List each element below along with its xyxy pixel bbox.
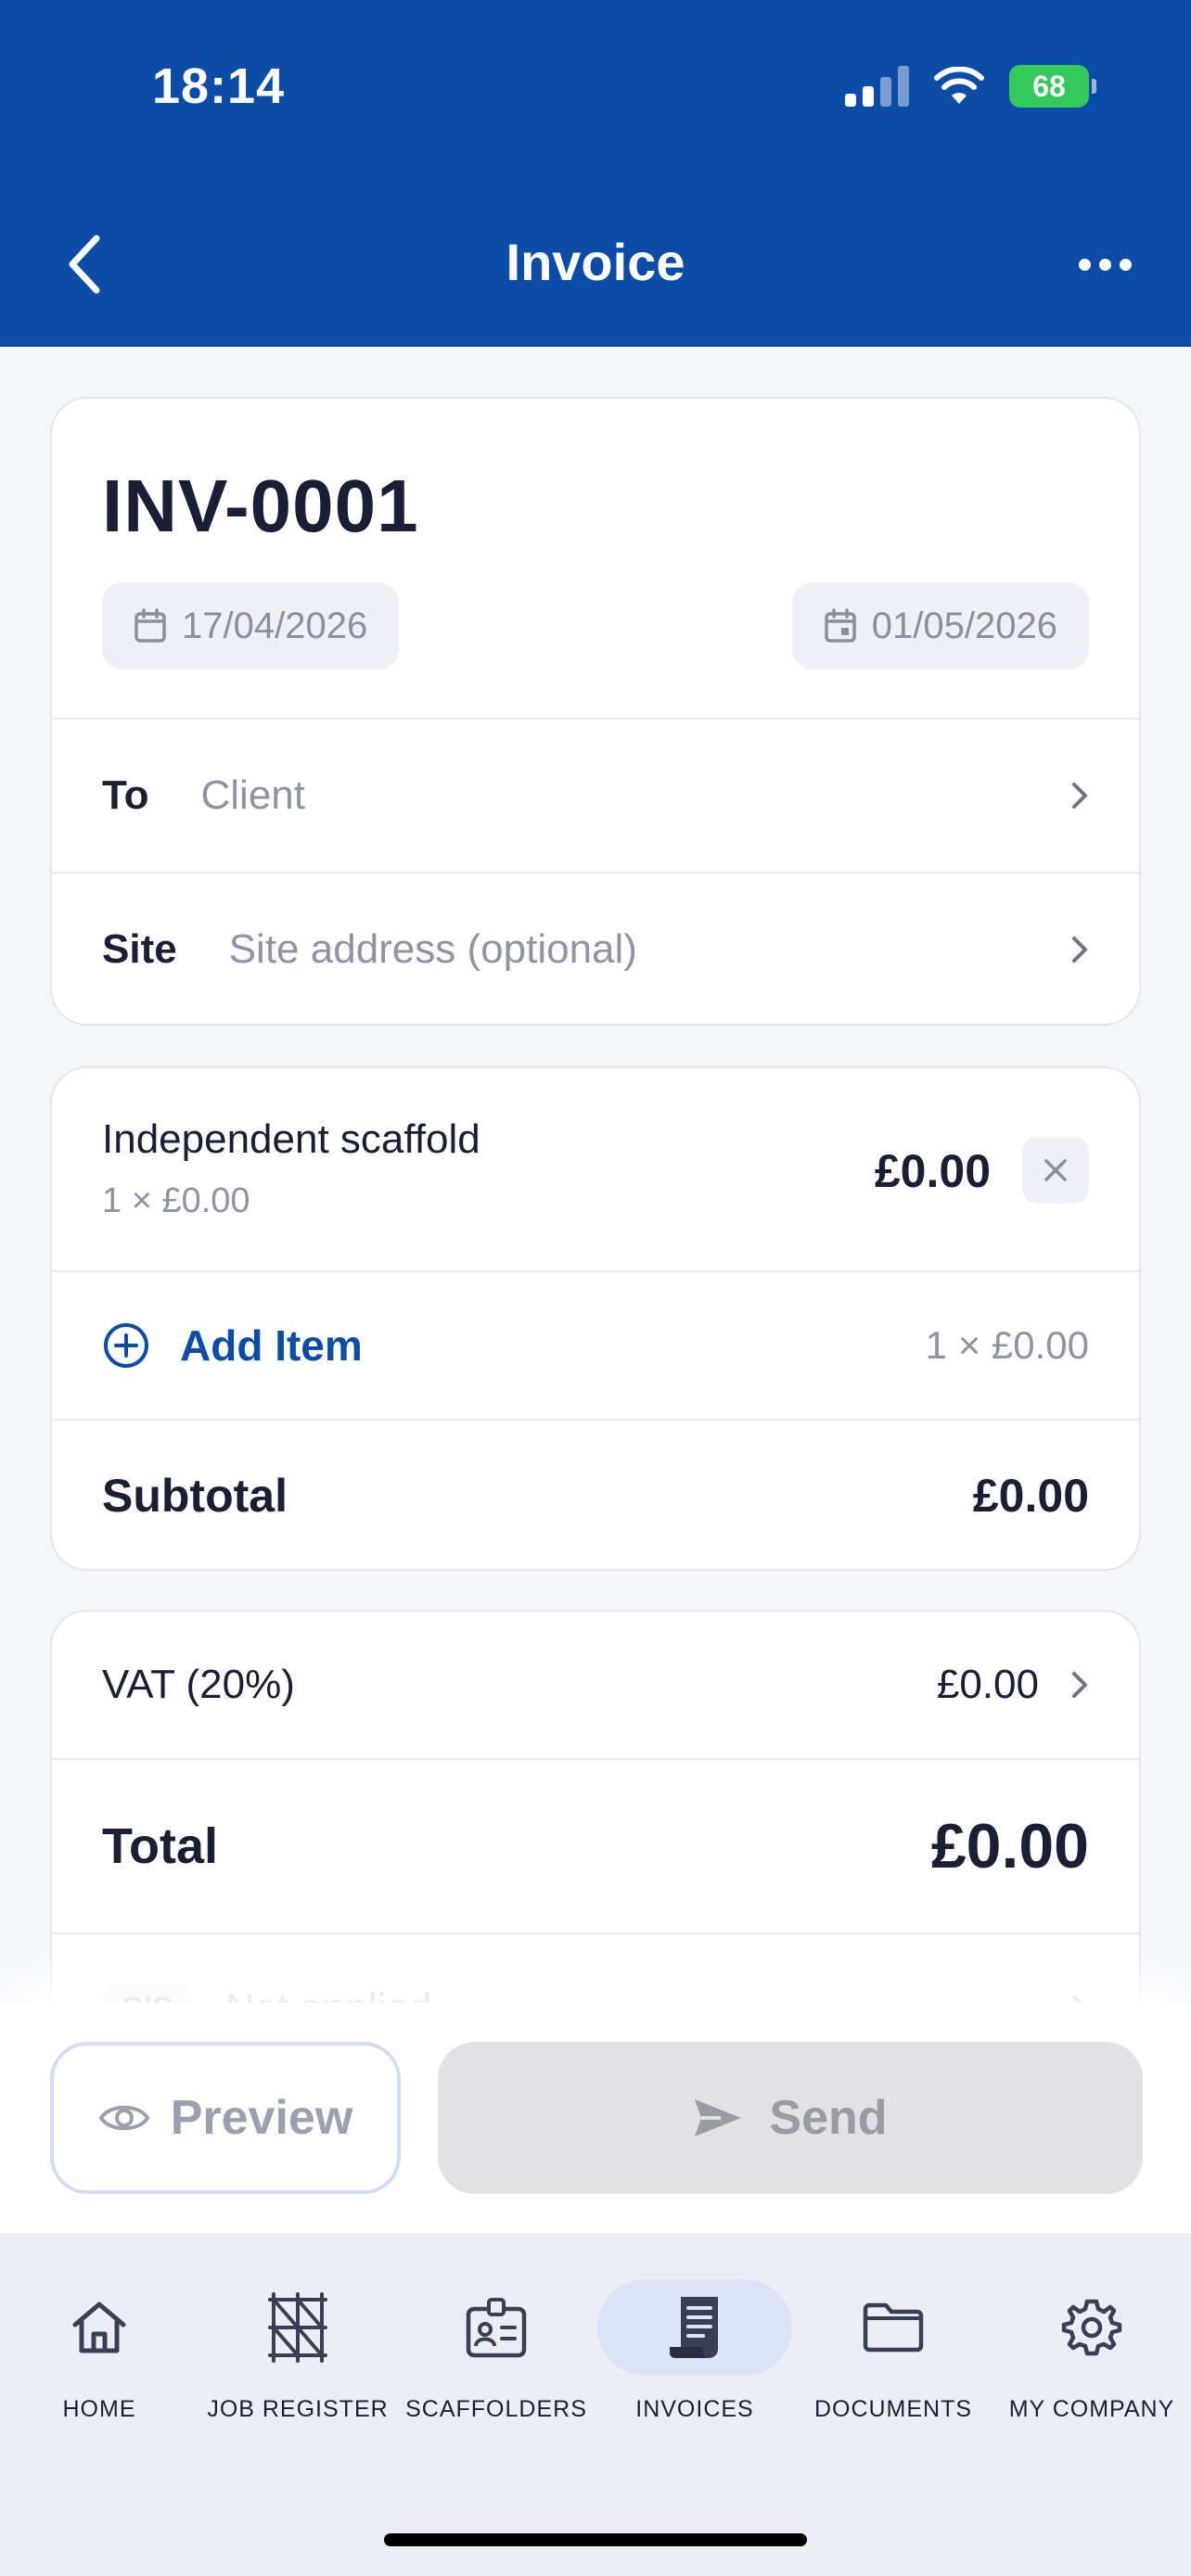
send-button[interactable]: Send [438, 2042, 1143, 2194]
site-label: Site [102, 926, 177, 972]
tab-job-register[interactable]: JOB REGISTER [198, 2279, 397, 2423]
item-name: Independent scaffold [102, 1116, 480, 1162]
bottom-tab-bar: HOME JOB REGISTER SCAFFOLDERS INVOICES D… [0, 2233, 1191, 2576]
signal-icon [845, 66, 909, 107]
client-row[interactable]: To Client [52, 720, 1139, 872]
tab-label: SCAFFOLDERS [405, 2396, 587, 2422]
more-dot [1119, 258, 1132, 271]
id-badge-icon [466, 2298, 527, 2358]
plus-circle-icon [104, 1323, 148, 1368]
tab-invoices[interactable]: INVOICES [596, 2279, 794, 2423]
tab-label: HOME [62, 2396, 136, 2422]
tab-icon-wrap [994, 2279, 1189, 2376]
gear-icon [1061, 2299, 1122, 2356]
issue-date-chip[interactable]: 17/04/2026 [102, 582, 400, 670]
scaffold-icon [268, 2292, 327, 2363]
chevron-right-icon [1072, 783, 1087, 809]
due-date: 01/05/2026 [871, 605, 1057, 646]
close-icon [1044, 1159, 1067, 1181]
tab-label: DOCUMENTS [813, 2396, 973, 2422]
add-item-row[interactable]: Add Item 1 × £0.00 [52, 1272, 1139, 1419]
item-qty-price: 1 × £0.00 [102, 1181, 250, 1220]
total-label: Total [102, 1818, 218, 1874]
issue-date: 17/04/2026 [182, 605, 368, 646]
subtotal-value: £0.00 [972, 1470, 1089, 1522]
battery-level: 68 [1032, 69, 1066, 103]
action-bar: Preview Send [0, 2003, 1191, 2233]
item-amount: £0.00 [874, 1145, 991, 1197]
tab-scaffolders[interactable]: SCAFFOLDERS [397, 2279, 596, 2423]
status-icons: 68 [845, 65, 1096, 108]
vat-row[interactable]: VAT (20%) £0.00 [52, 1612, 1139, 1758]
line-items-card: Independent scaffold 1 × £0.00 £0.00 Add… [50, 1066, 1141, 1571]
tab-label: INVOICES [635, 2396, 754, 2422]
send-icon [695, 2099, 742, 2136]
tab-documents[interactable]: DOCUMENTS [794, 2279, 992, 2423]
invoice-details-card: INV-0001 17/04/2026 01/05/2026 To Client… [50, 397, 1141, 1026]
preview-label: Preview [170, 2091, 353, 2145]
add-item-hint: 1 × £0.00 [925, 1323, 1089, 1367]
vat-label: VAT (20%) [102, 1662, 295, 1707]
tab-icon-wrap [399, 2279, 594, 2376]
invoice-number[interactable]: INV-0001 [102, 464, 419, 549]
status-time: 18:14 [152, 58, 286, 114]
more-options-button[interactable] [1063, 236, 1146, 292]
total-row: Total £0.00 [52, 1760, 1139, 1932]
remove-item-button[interactable] [1022, 1137, 1089, 1204]
tab-icon-wrap [597, 2279, 792, 2376]
tab-label: MY COMPANY [1008, 2396, 1175, 2422]
client-placeholder: Client [200, 772, 306, 818]
wifi-icon [934, 67, 984, 104]
preview-button[interactable]: Preview [50, 2042, 401, 2194]
chevron-right-icon [1072, 1672, 1087, 1698]
header: 18:14 68 Invoice [0, 0, 1191, 347]
vat-value: £0.00 [936, 1662, 1039, 1707]
tab-label: JOB REGISTER [207, 2396, 389, 2422]
calendar-due-icon [825, 608, 856, 643]
invoice-screen: 18:14 68 Invoice INV-0001 17/04/2026 01/… [0, 0, 1191, 2576]
tab-home[interactable]: HOME [0, 2279, 198, 2423]
site-placeholder: Site address (optional) [228, 926, 637, 972]
more-dot [1098, 258, 1111, 271]
line-item[interactable]: Independent scaffold 1 × £0.00 £0.00 [52, 1068, 1139, 1270]
add-item-button[interactable]: Add Item [180, 1320, 363, 1371]
tab-my-company[interactable]: MY COMPANY [992, 2279, 1191, 2423]
page-title: Invoice [506, 233, 685, 291]
folder-icon [863, 2302, 924, 2353]
receipt-icon [670, 2297, 718, 2358]
tab-icon-wrap [796, 2279, 991, 2376]
chevron-right-icon [1072, 937, 1087, 963]
eye-icon [98, 2105, 150, 2131]
more-dot [1078, 258, 1091, 271]
calendar-icon [134, 608, 166, 643]
site-row[interactable]: Site Site address (optional) [52, 874, 1139, 1024]
subtotal-label: Subtotal [102, 1470, 288, 1522]
send-label: Send [769, 2091, 888, 2145]
battery-icon: 68 [1009, 65, 1096, 108]
subtotal-row: Subtotal £0.00 [52, 1421, 1139, 1569]
home-indicator [384, 2533, 807, 2546]
to-label: To [102, 772, 149, 818]
due-date-chip[interactable]: 01/05/2026 [791, 582, 1089, 670]
tab-icon-wrap [200, 2279, 395, 2376]
tab-icon-wrap [2, 2279, 197, 2376]
total-value: £0.00 [930, 1811, 1089, 1881]
home-icon [72, 2302, 126, 2353]
